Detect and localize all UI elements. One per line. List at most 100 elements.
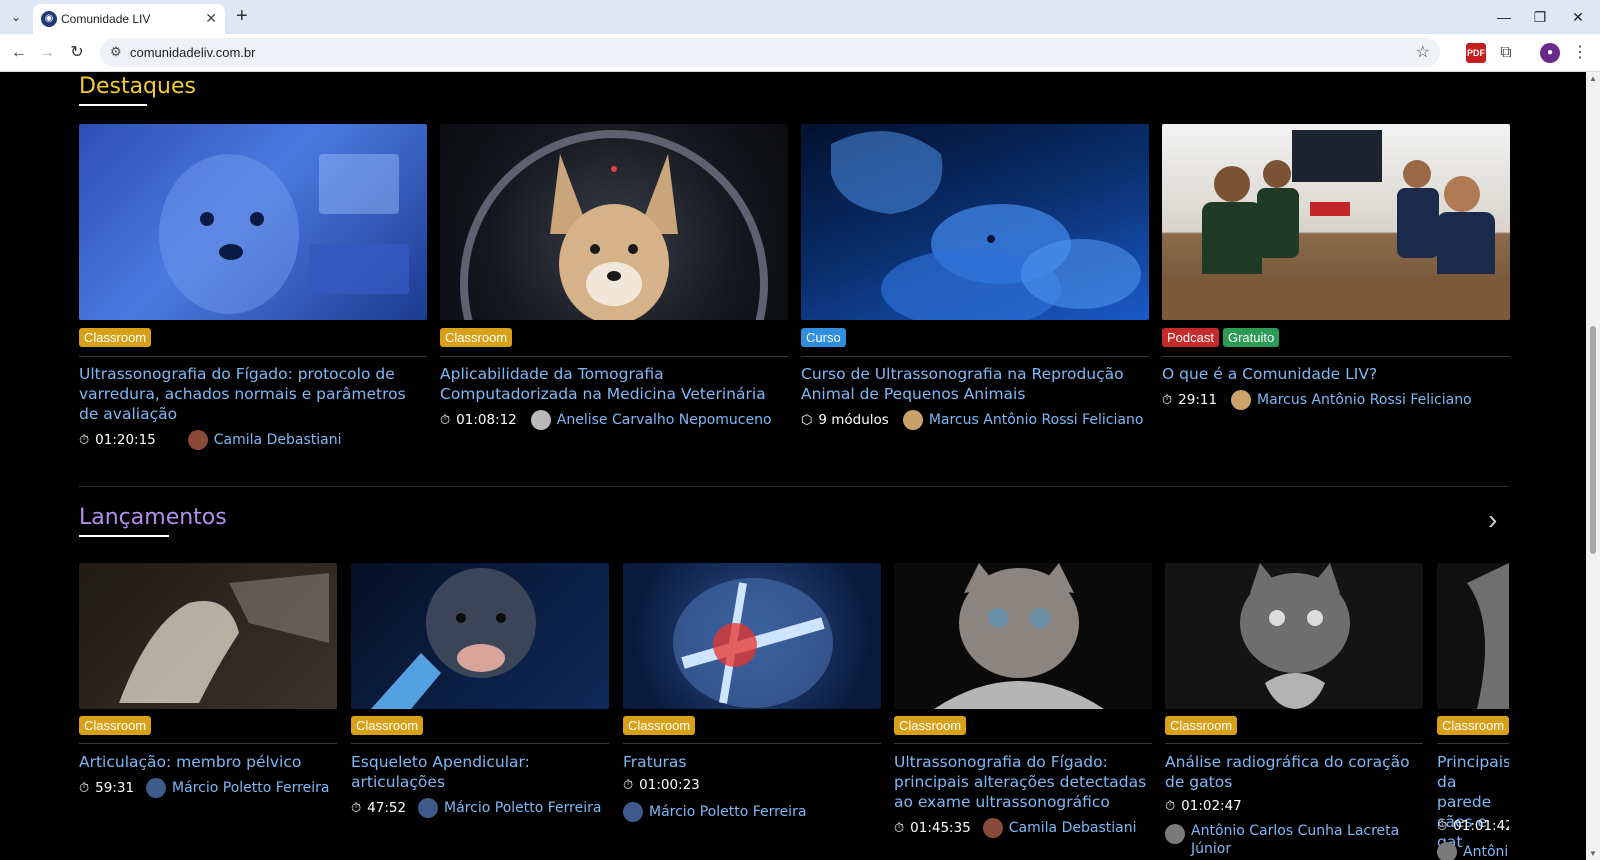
category-badge: Classroom — [351, 716, 424, 735]
section-title-destaques: Destaques — [79, 74, 196, 99]
category-badge: Curso — [801, 328, 846, 347]
author-name[interactable]: Márcio Poletto Ferreira — [649, 804, 806, 820]
cat-ultrasound-illustration — [934, 563, 1104, 709]
release-card-2[interactable]: Classroom Esqueleto Apendicular: articul… — [351, 563, 609, 860]
carousel-next-arrow-icon[interactable]: › — [1488, 504, 1497, 536]
clock-icon: ⏱ — [79, 432, 90, 448]
card-title[interactable]: Curso de Ultrassonografia na Reprodução … — [801, 364, 1149, 404]
badge-row: Classroom — [894, 716, 967, 735]
card-thumbnail[interactable] — [440, 124, 788, 320]
url-text[interactable]: comunidadeliv.com.br — [130, 45, 255, 60]
card-thumbnail[interactable] — [79, 563, 337, 709]
browser-menu-icon[interactable]: ⋮ — [1570, 43, 1590, 63]
scroll-thumb[interactable] — [1590, 326, 1596, 554]
release-card-4[interactable]: Classroom Ultrassonografia do Fígado: pr… — [894, 563, 1152, 860]
category-badge: Classroom — [79, 328, 152, 347]
card-title[interactable]: Principais da parede cães e gat — [1437, 752, 1509, 852]
badge-row: Classroom — [623, 716, 696, 735]
release-card-5[interactable]: Classroom Análise radiográfica do coraçã… — [1165, 563, 1423, 860]
podcast-studio-photo — [1162, 130, 1510, 320]
scroll-up-icon[interactable]: ▲ — [1589, 74, 1597, 83]
card-thumbnail[interactable] — [1437, 563, 1509, 709]
highlight-card-4[interactable]: Podcast Gratuito O que é a Comunidade LI… — [1162, 124, 1510, 454]
back-icon[interactable]: ← — [8, 42, 30, 64]
minimize-icon[interactable]: — — [1486, 6, 1522, 28]
author-name[interactable]: Antônio Carlos Cunha Lacreta Júnior — [1191, 822, 1411, 858]
window-close-icon[interactable]: ✕ — [1560, 6, 1596, 28]
site-info-icon[interactable]: ⚙ — [110, 44, 122, 60]
category-badge: Classroom — [894, 716, 967, 735]
author-name[interactable]: Márcio Poletto Ferreira — [172, 780, 329, 796]
card-thumbnail[interactable] — [79, 124, 427, 320]
page-viewport: Destaques Classroom Ultrassonografia do … — [0, 72, 1586, 860]
tab-close-icon[interactable]: ✕ — [205, 10, 217, 27]
card-thumbnail[interactable] — [623, 563, 881, 709]
category-badge: Podcast — [1162, 328, 1219, 347]
card-title[interactable]: Análise radiográfica do coração de gatos — [1165, 752, 1423, 792]
highlight-card-2[interactable]: Classroom Aplicabilidade da Tomografia C… — [440, 124, 788, 454]
card-thumbnail[interactable] — [351, 563, 609, 709]
highlight-card-1[interactable]: Classroom Ultrassonografia do Fígado: pr… — [79, 124, 427, 454]
duration: 01:20:15 — [95, 432, 156, 448]
author-name[interactable]: Márcio Poletto Ferreira — [444, 800, 601, 816]
card-separator — [801, 356, 1149, 357]
browser-tab[interactable]: ◉ Comunidade LIV ✕ — [33, 4, 225, 34]
address-bar[interactable]: ⚙ comunidadeliv.com.br ☆ — [100, 38, 1440, 67]
author-name[interactable]: Camila Debastiani — [214, 432, 342, 448]
pdf-extension-icon[interactable]: PDF — [1466, 43, 1486, 63]
reload-icon[interactable]: ↻ — [66, 42, 88, 64]
release-card-6[interactable]: Classroom Principais da parede cães e ga… — [1437, 563, 1509, 860]
section-underline — [79, 104, 147, 106]
puppies-ultrasound-illustration — [831, 131, 1141, 320]
duration: 01:02:47 — [1181, 798, 1242, 814]
card-separator — [79, 743, 337, 744]
release-card-3[interactable]: Classroom Fraturas ⏱ 01:00:23 Márcio Pol… — [623, 563, 881, 860]
card-title[interactable]: Articulação: membro pélvico — [79, 752, 337, 772]
bookmark-star-icon[interactable]: ☆ — [1416, 42, 1430, 62]
avatar — [902, 410, 923, 430]
tab-search-dropdown[interactable]: ⌄ — [6, 7, 26, 27]
release-card-1[interactable]: Classroom Articulação: membro pélvico ⏱ … — [79, 563, 337, 860]
card-meta-duration: ⏱ 01:02:47 — [1165, 798, 1242, 814]
author-name[interactable]: Marcus Antônio Rossi Feliciano — [1257, 392, 1472, 408]
card-thumbnail[interactable] — [894, 563, 1152, 709]
extensions-icon[interactable]: ⧉ — [1496, 43, 1516, 63]
fracture-xray-illustration — [673, 578, 833, 708]
card-title[interactable]: Ultrassonografia do Fígado: protocolo de… — [79, 364, 427, 424]
author-name[interactable]: Camila Debastiani — [1009, 820, 1137, 836]
tab-title: Comunidade LIV — [61, 12, 151, 26]
author-name[interactable]: Anelise Carvalho Nepomuceno — [557, 412, 772, 428]
profile-avatar-icon[interactable]: ● — [1540, 43, 1560, 63]
forward-icon[interactable]: → — [36, 42, 58, 64]
card-title[interactable]: O que é a Comunidade LIV? — [1162, 364, 1510, 384]
modules-icon: ⬡ — [801, 412, 813, 428]
avatar — [982, 818, 1003, 838]
card-thumbnail[interactable] — [1162, 124, 1510, 320]
card-meta: ⏱ 59:31 Márcio Poletto Ferreira — [79, 778, 329, 798]
page-scrollbar[interactable]: ▲ ▼ — [1586, 72, 1600, 860]
clock-icon: ⏱ — [1437, 818, 1448, 834]
dog-ultrasound-illustration — [159, 154, 409, 314]
card-separator — [894, 743, 1152, 744]
avatar — [146, 778, 167, 798]
highlight-card-3[interactable]: Curso Curso de Ultrassonografia na Repro… — [801, 124, 1149, 454]
section-title-lancamentos: Lançamentos — [79, 505, 227, 530]
category-badge: Classroom — [440, 328, 513, 347]
category-badge: Classroom — [1165, 716, 1238, 735]
card-separator — [79, 356, 427, 357]
restore-icon[interactable]: ❐ — [1522, 6, 1558, 28]
scroll-down-icon[interactable]: ▼ — [1589, 849, 1597, 858]
badge-row: Classroom — [79, 328, 152, 347]
card-title[interactable]: Esqueleto Apendicular: articulações — [351, 752, 609, 792]
card-thumbnail[interactable] — [801, 124, 1149, 320]
browser-tab-bar: ⌄ ◉ Comunidade LIV ✕ + — ❐ ✕ — [0, 0, 1600, 34]
category-badge: Classroom — [1437, 716, 1509, 735]
new-tab-icon[interactable]: + — [236, 5, 248, 28]
author-name[interactable]: Antôni — [1463, 844, 1508, 860]
card-meta: ⏱ 01:20:15 Camila Debastiani — [79, 430, 341, 450]
author-name[interactable]: Marcus Antônio Rossi Feliciano — [929, 412, 1144, 428]
card-title[interactable]: Aplicabilidade da Tomografia Computadori… — [440, 364, 788, 404]
card-title[interactable]: Fraturas — [623, 752, 881, 772]
card-thumbnail[interactable] — [1165, 563, 1423, 709]
card-title[interactable]: Ultrassonografia do Fígado: principais a… — [894, 752, 1152, 812]
